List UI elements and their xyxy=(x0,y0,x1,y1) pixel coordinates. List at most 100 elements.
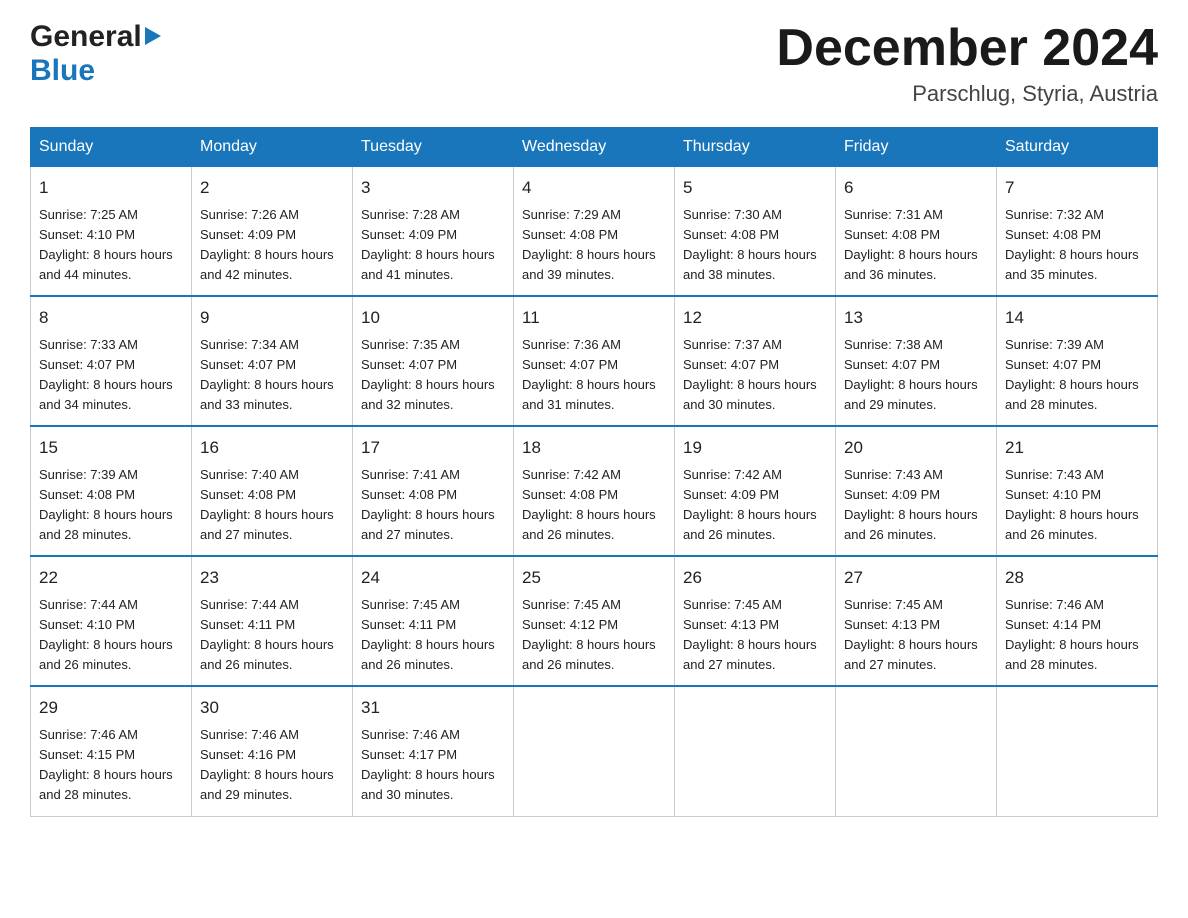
day-detail: Sunrise: 7:41 AMSunset: 4:08 PMDaylight:… xyxy=(361,465,505,546)
logo: General Blue xyxy=(30,20,161,88)
calendar-day-cell xyxy=(675,686,836,816)
day-number: 30 xyxy=(200,695,344,721)
day-detail: Sunrise: 7:46 AMSunset: 4:14 PMDaylight:… xyxy=(1005,595,1149,676)
day-detail: Sunrise: 7:42 AMSunset: 4:09 PMDaylight:… xyxy=(683,465,827,546)
day-number: 31 xyxy=(361,695,505,721)
weekday-header: Friday xyxy=(836,128,997,167)
day-detail: Sunrise: 7:43 AMSunset: 4:10 PMDaylight:… xyxy=(1005,465,1149,546)
calendar-week-row: 29 Sunrise: 7:46 AMSunset: 4:15 PMDayligh… xyxy=(31,686,1158,816)
calendar-day-cell: 27 Sunrise: 7:45 AMSunset: 4:13 PMDayligh… xyxy=(836,556,997,686)
day-detail: Sunrise: 7:46 AMSunset: 4:16 PMDaylight:… xyxy=(200,725,344,806)
day-detail: Sunrise: 7:30 AMSunset: 4:08 PMDaylight:… xyxy=(683,205,827,286)
day-detail: Sunrise: 7:38 AMSunset: 4:07 PMDaylight:… xyxy=(844,335,988,416)
page-header: General Blue December 2024 Parschlug, St… xyxy=(30,20,1158,107)
calendar-day-cell: 24Sunrise: 7:45 AMSunset: 4:11 PMDayligh… xyxy=(353,556,514,686)
calendar-day-cell: 2 Sunrise: 7:26 AMSunset: 4:09 PMDaylight… xyxy=(192,167,353,297)
day-number: 4 xyxy=(522,175,666,201)
calendar-day-cell: 23 Sunrise: 7:44 AMSunset: 4:11 PMDayligh… xyxy=(192,556,353,686)
day-number: 1 xyxy=(39,175,183,201)
calendar-day-cell: 3 Sunrise: 7:28 AMSunset: 4:09 PMDaylight… xyxy=(353,167,514,297)
day-number: 10 xyxy=(361,305,505,331)
month-year-title: December 2024 xyxy=(776,20,1158,77)
day-number: 14 xyxy=(1005,305,1149,331)
day-detail: Sunrise: 7:33 AMSunset: 4:07 PMDaylight:… xyxy=(39,335,183,416)
day-number: 22 xyxy=(39,565,183,591)
calendar-day-cell: 19 Sunrise: 7:42 AMSunset: 4:09 PMDayligh… xyxy=(675,426,836,556)
weekday-header: Thursday xyxy=(675,128,836,167)
calendar-day-cell: 17 Sunrise: 7:41 AMSunset: 4:08 PMDayligh… xyxy=(353,426,514,556)
calendar-week-row: 1 Sunrise: 7:25 AMSunset: 4:10 PMDaylight… xyxy=(31,167,1158,297)
day-detail: Sunrise: 7:39 AMSunset: 4:07 PMDaylight:… xyxy=(1005,335,1149,416)
day-number: 17 xyxy=(361,435,505,461)
calendar-day-cell: 9 Sunrise: 7:34 AMSunset: 4:07 PMDaylight… xyxy=(192,296,353,426)
calendar-day-cell: 30 Sunrise: 7:46 AMSunset: 4:16 PMDayligh… xyxy=(192,686,353,816)
logo-arrow-icon xyxy=(145,27,161,45)
day-number: 27 xyxy=(844,565,988,591)
day-detail: Sunrise: 7:45 AMSunset: 4:12 PMDaylight:… xyxy=(522,595,666,676)
weekday-header: Saturday xyxy=(997,128,1158,167)
day-number: 9 xyxy=(200,305,344,331)
day-number: 7 xyxy=(1005,175,1149,201)
day-number: 19 xyxy=(683,435,827,461)
weekday-header: Tuesday xyxy=(353,128,514,167)
day-detail: Sunrise: 7:25 AMSunset: 4:10 PMDaylight:… xyxy=(39,205,183,286)
calendar-day-cell xyxy=(514,686,675,816)
calendar-day-cell: 10 Sunrise: 7:35 AMSunset: 4:07 PMDayligh… xyxy=(353,296,514,426)
day-number: 8 xyxy=(39,305,183,331)
day-number: 2 xyxy=(200,175,344,201)
weekday-header: Monday xyxy=(192,128,353,167)
day-detail: Sunrise: 7:40 AMSunset: 4:08 PMDaylight:… xyxy=(200,465,344,546)
day-detail: Sunrise: 7:29 AMSunset: 4:08 PMDaylight:… xyxy=(522,205,666,286)
calendar-day-cell: 6Sunrise: 7:31 AMSunset: 4:08 PMDaylight… xyxy=(836,167,997,297)
calendar-day-cell: 31Sunrise: 7:46 AMSunset: 4:17 PMDayligh… xyxy=(353,686,514,816)
calendar-day-cell: 7 Sunrise: 7:32 AMSunset: 4:08 PMDaylight… xyxy=(997,167,1158,297)
title-area: December 2024 Parschlug, Styria, Austria xyxy=(776,20,1158,107)
logo-blue: Blue xyxy=(30,54,95,87)
day-number: 26 xyxy=(683,565,827,591)
day-detail: Sunrise: 7:46 AMSunset: 4:15 PMDaylight:… xyxy=(39,725,183,806)
day-detail: Sunrise: 7:37 AMSunset: 4:07 PMDaylight:… xyxy=(683,335,827,416)
day-detail: Sunrise: 7:32 AMSunset: 4:08 PMDaylight:… xyxy=(1005,205,1149,286)
calendar-day-cell: 22 Sunrise: 7:44 AMSunset: 4:10 PMDayligh… xyxy=(31,556,192,686)
day-detail: Sunrise: 7:45 AMSunset: 4:13 PMDaylight:… xyxy=(683,595,827,676)
calendar-day-cell: 29 Sunrise: 7:46 AMSunset: 4:15 PMDayligh… xyxy=(31,686,192,816)
calendar-day-cell: 13Sunrise: 7:38 AMSunset: 4:07 PMDayligh… xyxy=(836,296,997,426)
day-number: 16 xyxy=(200,435,344,461)
calendar-day-cell: 18 Sunrise: 7:42 AMSunset: 4:08 PMDayligh… xyxy=(514,426,675,556)
location-subtitle: Parschlug, Styria, Austria xyxy=(776,81,1158,107)
day-detail: Sunrise: 7:42 AMSunset: 4:08 PMDaylight:… xyxy=(522,465,666,546)
day-detail: Sunrise: 7:34 AMSunset: 4:07 PMDaylight:… xyxy=(200,335,344,416)
weekday-header: Sunday xyxy=(31,128,192,167)
calendar-day-cell: 28 Sunrise: 7:46 AMSunset: 4:14 PMDayligh… xyxy=(997,556,1158,686)
day-number: 25 xyxy=(522,565,666,591)
day-number: 3 xyxy=(361,175,505,201)
day-detail: Sunrise: 7:45 AMSunset: 4:13 PMDaylight:… xyxy=(844,595,988,676)
day-detail: Sunrise: 7:26 AMSunset: 4:09 PMDaylight:… xyxy=(200,205,344,286)
day-number: 21 xyxy=(1005,435,1149,461)
calendar-day-cell: 11Sunrise: 7:36 AMSunset: 4:07 PMDayligh… xyxy=(514,296,675,426)
day-detail: Sunrise: 7:43 AMSunset: 4:09 PMDaylight:… xyxy=(844,465,988,546)
logo-general: General xyxy=(30,20,142,54)
calendar-table: SundayMondayTuesdayWednesdayThursdayFrid… xyxy=(30,127,1158,816)
day-detail: Sunrise: 7:35 AMSunset: 4:07 PMDaylight:… xyxy=(361,335,505,416)
calendar-day-cell: 1 Sunrise: 7:25 AMSunset: 4:10 PMDaylight… xyxy=(31,167,192,297)
calendar-header-row: SundayMondayTuesdayWednesdayThursdayFrid… xyxy=(31,128,1158,167)
calendar-week-row: 8 Sunrise: 7:33 AMSunset: 4:07 PMDaylight… xyxy=(31,296,1158,426)
calendar-week-row: 22 Sunrise: 7:44 AMSunset: 4:10 PMDayligh… xyxy=(31,556,1158,686)
day-number: 24 xyxy=(361,565,505,591)
calendar-day-cell: 14 Sunrise: 7:39 AMSunset: 4:07 PMDayligh… xyxy=(997,296,1158,426)
day-number: 5 xyxy=(683,175,827,201)
calendar-day-cell: 25 Sunrise: 7:45 AMSunset: 4:12 PMDayligh… xyxy=(514,556,675,686)
calendar-day-cell: 16 Sunrise: 7:40 AMSunset: 4:08 PMDayligh… xyxy=(192,426,353,556)
day-number: 18 xyxy=(522,435,666,461)
day-number: 28 xyxy=(1005,565,1149,591)
calendar-day-cell xyxy=(836,686,997,816)
day-detail: Sunrise: 7:28 AMSunset: 4:09 PMDaylight:… xyxy=(361,205,505,286)
day-number: 23 xyxy=(200,565,344,591)
day-number: 12 xyxy=(683,305,827,331)
day-detail: Sunrise: 7:44 AMSunset: 4:10 PMDaylight:… xyxy=(39,595,183,676)
day-detail: Sunrise: 7:39 AMSunset: 4:08 PMDaylight:… xyxy=(39,465,183,546)
day-number: 29 xyxy=(39,695,183,721)
calendar-day-cell: 8 Sunrise: 7:33 AMSunset: 4:07 PMDaylight… xyxy=(31,296,192,426)
day-detail: Sunrise: 7:44 AMSunset: 4:11 PMDaylight:… xyxy=(200,595,344,676)
